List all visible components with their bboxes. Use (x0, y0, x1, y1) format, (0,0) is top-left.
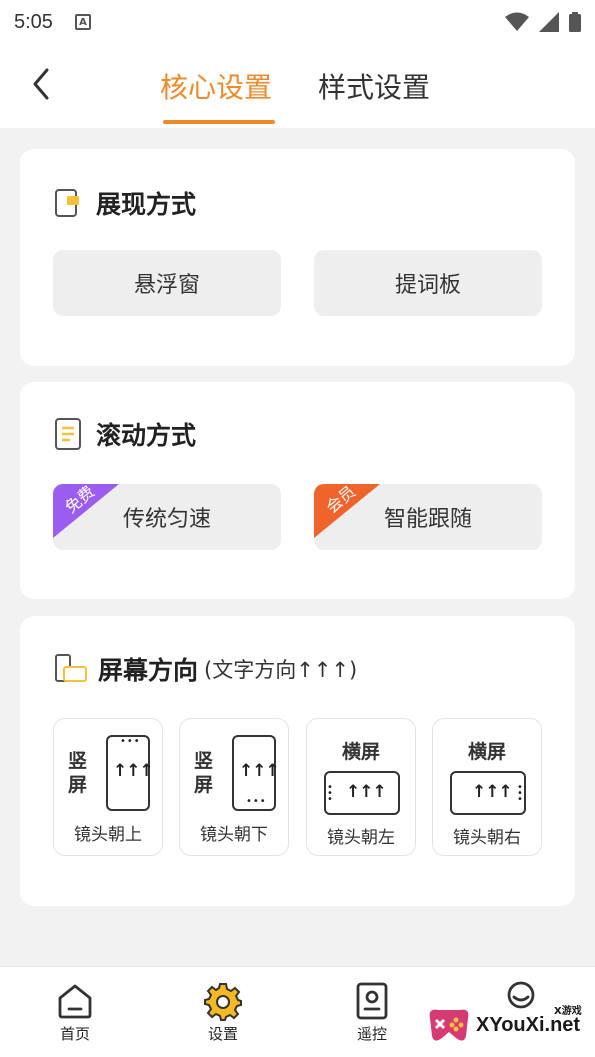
remote-icon (356, 982, 388, 1020)
tab-style-settings[interactable]: 样式设置 (318, 66, 430, 106)
orientation-caption: 镜头朝下 (200, 825, 268, 845)
orientation-caption: 镜头朝左 (327, 828, 395, 848)
nav-home[interactable]: 首页 (25, 981, 125, 1044)
gear-icon (204, 983, 242, 1021)
phone-portrait-icon: ••• ↑↑↑ (106, 735, 154, 811)
active-tab-indicator (163, 120, 275, 124)
orientation-type-label: 竖屏 (68, 750, 88, 796)
status-time: 5:05 (14, 10, 53, 33)
free-badge: 免费 (53, 484, 119, 538)
watermark-text: XYouXi.net (476, 1014, 581, 1036)
orientation-portrait-camera-up[interactable]: 竖屏 ••• ↑↑↑ 镜头朝上 (53, 718, 163, 856)
display-mode-icon (55, 189, 79, 217)
text-direction-arrows: ↑↑↑ (472, 782, 513, 802)
back-button[interactable] (26, 64, 56, 104)
screen-orientation-header: 屏幕方向 (文字方向↑↑↑) (54, 651, 357, 687)
wifi-icon (505, 12, 529, 31)
watermark: X游戏 XYouXi.net (424, 1000, 595, 1050)
scroll-mode-card: 滚动方式 免费 传统匀速 会员 智能跟随 (20, 382, 575, 599)
text-direction-arrows: ↑↑↑ (346, 782, 387, 802)
scroll-mode-icon (55, 418, 81, 450)
tab-core-settings[interactable]: 核心设置 (160, 66, 272, 106)
notification-icon: A (74, 14, 91, 30)
orientation-portrait-camera-down[interactable]: 竖屏 ↑↑↑ ••• 镜头朝下 (179, 718, 289, 856)
smart-follow-option[interactable]: 会员 智能跟随 (314, 484, 542, 550)
teleprompter-board-label: 提词板 (394, 273, 461, 298)
scroll-mode-title: 滚动方式 (96, 421, 197, 450)
teleprompter-board-option[interactable]: 提词板 (314, 250, 542, 316)
screen-orientation-card: 屏幕方向 (文字方向↑↑↑) 竖屏 ••• ↑↑↑ 镜头朝上 竖屏 ↑↑↑ ••… (20, 616, 575, 906)
status-icons (505, 12, 581, 32)
camera-dots-icon: ••• (246, 796, 267, 807)
top-bar: 核心设置 样式设置 (0, 44, 595, 128)
phone-landscape-icon: • • • ↑↑↑ (324, 771, 400, 815)
floating-window-label: 悬浮窗 (133, 273, 200, 298)
battery-icon (569, 12, 581, 32)
display-mode-title: 展现方式 (96, 190, 197, 219)
orientation-landscape-camera-right[interactable]: 横屏 ↑↑↑ • • • 镜头朝右 (432, 718, 542, 856)
orientation-type-label: 横屏 (341, 741, 380, 763)
display-mode-header: 展现方式 (54, 185, 196, 221)
scroll-mode-header: 滚动方式 (54, 416, 196, 452)
screen-orientation-title: 屏幕方向 (98, 656, 199, 685)
chevron-left-icon (33, 68, 49, 100)
phone-landscape-icon: ↑↑↑ • • • (450, 771, 526, 815)
nav-remote[interactable]: 遥控 (322, 981, 422, 1044)
camera-dots-icon: ••• (120, 736, 141, 747)
orientation-caption: 镜头朝上 (74, 825, 142, 845)
screen-orientation-subtitle: (文字方向↑↑↑) (204, 658, 358, 682)
camera-dots-icon: ••• (517, 782, 523, 805)
display-mode-card: 展现方式 悬浮窗 提词板 (20, 149, 575, 366)
smart-follow-label: 智能跟随 (383, 507, 472, 532)
orientation-type-label: 横屏 (467, 741, 506, 763)
camera-dots-icon: ••• (327, 782, 333, 805)
orientation-type-label: 竖屏 (194, 750, 214, 796)
vip-badge: 会员 (314, 484, 380, 538)
uniform-speed-option[interactable]: 免费 传统匀速 (53, 484, 281, 550)
uniform-speed-label: 传统匀速 (122, 507, 211, 532)
nav-remote-label: 遥控 (356, 1025, 387, 1043)
orientation-icon (55, 654, 87, 682)
text-direction-arrows: ↑↑↑ (239, 761, 280, 781)
signal-icon (539, 12, 559, 32)
floating-window-option[interactable]: 悬浮窗 (53, 250, 281, 316)
orientation-landscape-camera-left[interactable]: 横屏 • • • ↑↑↑ 镜头朝左 (306, 718, 416, 856)
nav-home-label: 首页 (59, 1025, 90, 1043)
home-icon (58, 984, 92, 1019)
text-direction-arrows: ↑↑↑ (113, 761, 154, 781)
orientation-caption: 镜头朝右 (453, 828, 521, 848)
nav-settings[interactable]: 设置 (173, 981, 273, 1044)
phone-portrait-icon: ↑↑↑ ••• (232, 735, 280, 811)
status-bar: 5:05 A (0, 0, 595, 44)
nav-settings-label: 设置 (207, 1025, 238, 1043)
watermark-logo-icon (429, 1009, 469, 1041)
